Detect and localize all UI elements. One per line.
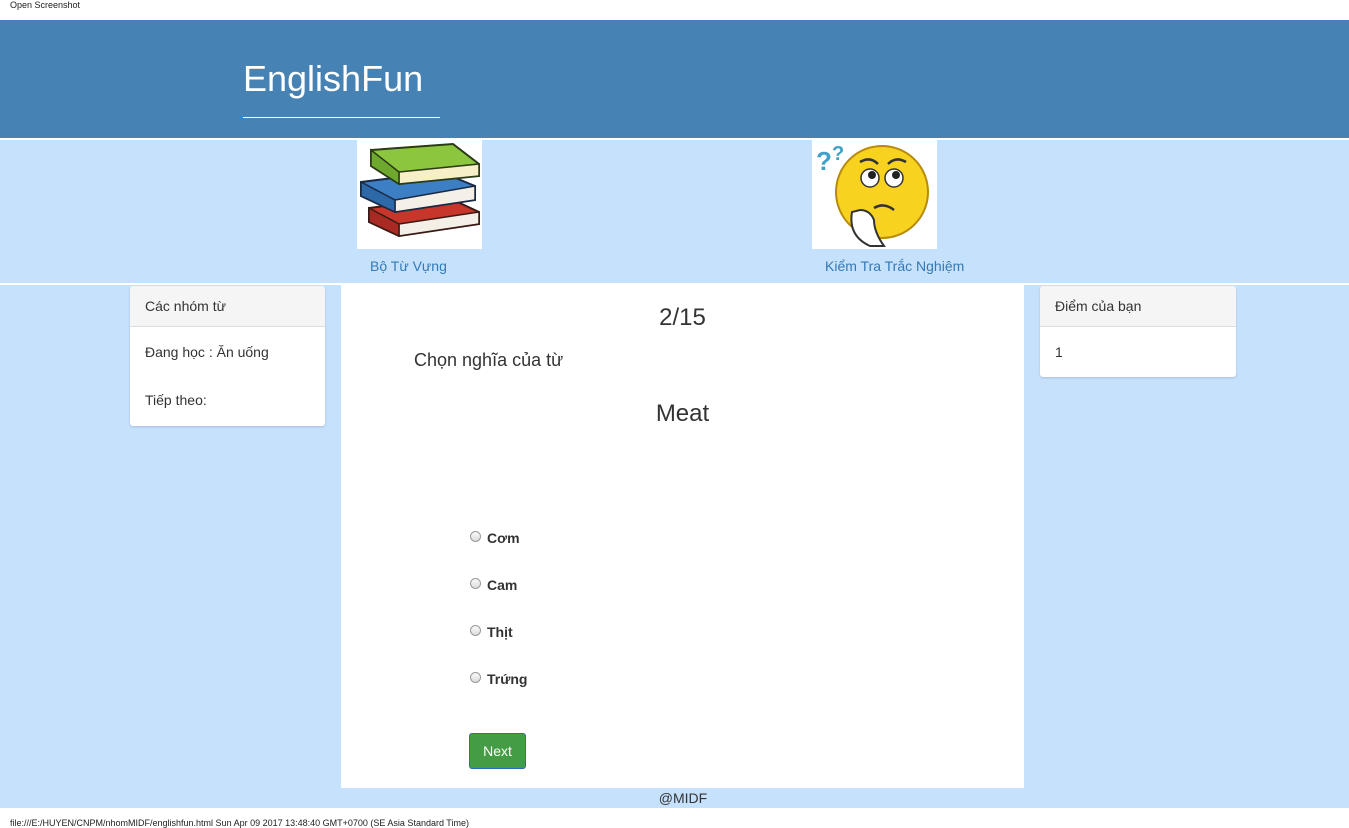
brand-underline (243, 117, 440, 118)
answer-option[interactable]: Cam (470, 577, 517, 593)
nav-band (0, 140, 1349, 283)
top-header-bar: EnglishFun (0, 20, 1349, 138)
word-groups-panel: Các nhóm từ Đang học : Ăn uống Tiếp theo… (130, 286, 325, 426)
score-value: 1 (1055, 344, 1063, 360)
radio-button[interactable] (470, 625, 481, 636)
books-icon[interactable] (357, 140, 482, 249)
svg-text:?: ? (816, 146, 832, 176)
radio-button[interactable] (470, 578, 481, 589)
word-groups-heading: Các nhóm từ (130, 286, 325, 327)
books-illustration (360, 142, 480, 238)
question-word: Meat (655, 400, 710, 427)
copyright-footer: @MIDF (658, 790, 708, 806)
quiz-panel: 2/15 Chọn nghĩa của từ Meat Cơm Cam Thịt… (341, 285, 1024, 788)
print-footer: file:///E:/HUYEN/CNPM/nhomMIDF/englishfu… (10, 818, 469, 828)
radio-button[interactable] (470, 672, 481, 683)
thinking-face-icon[interactable]: ? ? (812, 140, 937, 249)
brand-title[interactable]: EnglishFun (243, 58, 423, 100)
nav-link-quiz[interactable]: Kiểm Tra Trắc Nghiệm (825, 258, 964, 274)
question-counter: 2/15 (659, 304, 706, 331)
thinking-face-illustration: ? ? (816, 143, 929, 247)
answer-label: Cơm (487, 530, 520, 546)
answer-option[interactable]: Thịt (470, 624, 513, 640)
answer-label: Cam (487, 577, 518, 593)
current-learning-text: Đang học : Ăn uống (145, 344, 269, 360)
score-heading: Điểm của bạn (1040, 286, 1236, 327)
next-group-text: Tiếp theo: (145, 392, 207, 408)
next-button[interactable]: Next (469, 733, 526, 769)
question-instruction: Chọn nghĩa của từ (414, 350, 564, 370)
svg-text:?: ? (832, 143, 844, 165)
nav-link-vocabulary[interactable]: Bộ Từ Vựng (370, 258, 447, 274)
answer-option[interactable]: Cơm (470, 530, 520, 546)
answer-option[interactable]: Trứng (470, 671, 527, 687)
radio-button[interactable] (470, 531, 481, 542)
answer-label: Trứng (487, 671, 528, 687)
answer-label: Thịt (487, 624, 513, 640)
print-header: Open Screenshot (10, 0, 81, 10)
score-panel: Điểm của bạn 1 (1040, 286, 1236, 377)
